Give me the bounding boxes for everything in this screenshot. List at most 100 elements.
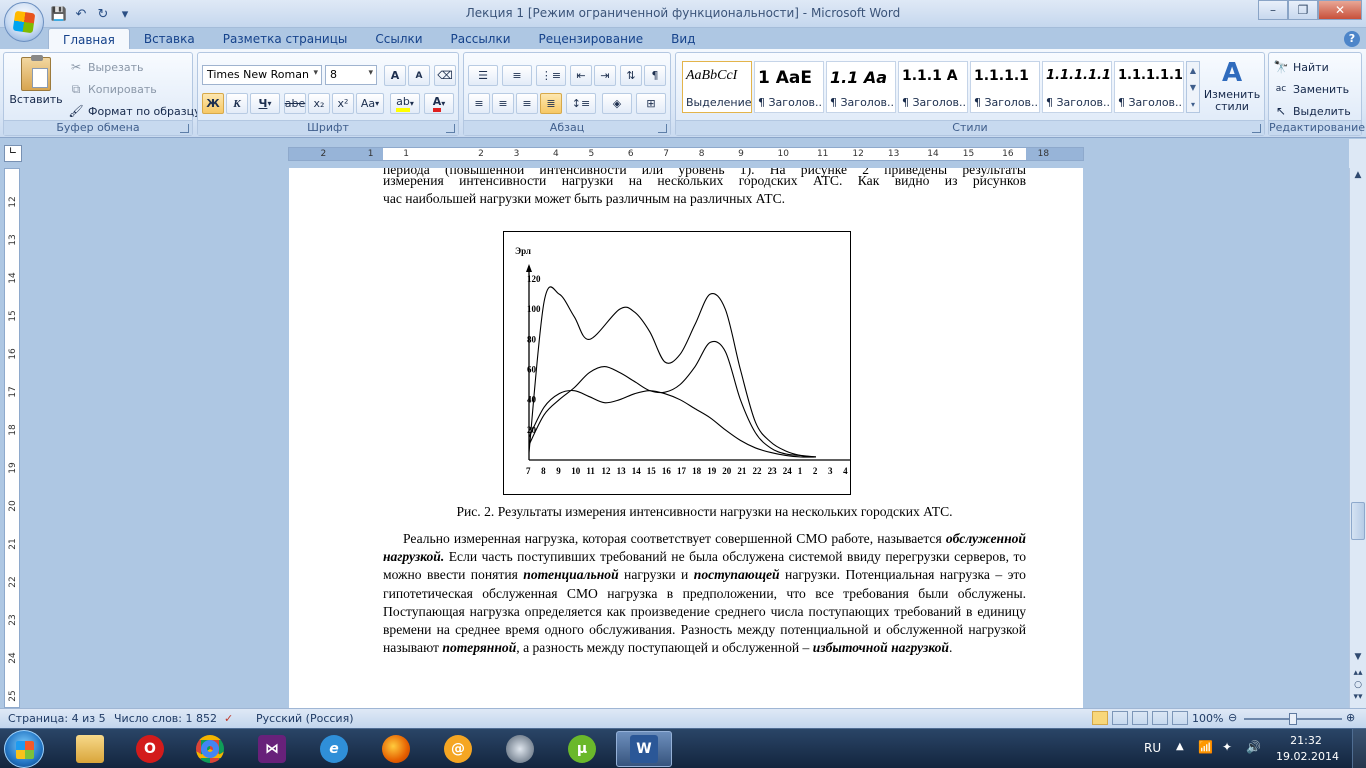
view-draft-icon[interactable]	[1172, 711, 1188, 725]
change-styles-button[interactable]: A Изменить стили	[1202, 59, 1262, 113]
style-tile-emphasis[interactable]: AaBbCcI Выделение	[682, 61, 752, 113]
ruler-toggle-button[interactable]	[1349, 139, 1366, 168]
tab-review[interactable]: Рецензирование	[525, 28, 658, 50]
tab-home[interactable]: Главная	[48, 28, 130, 50]
zoom-out-icon[interactable]: ⊖	[1228, 711, 1237, 724]
view-reading-icon[interactable]	[1112, 711, 1128, 725]
sort-button[interactable]: ⇅	[620, 65, 642, 86]
font-color-button[interactable]: A ▾	[424, 93, 454, 114]
style-tile-heading1[interactable]: 1 AaE ¶ Заголов...	[754, 61, 824, 113]
copy-button[interactable]: ⧉ Копировать	[68, 81, 157, 97]
tab-view[interactable]: Вид	[657, 28, 709, 50]
style-tile-heading5[interactable]: 1.1.1.1.1 ¶ Заголов...	[1042, 61, 1112, 113]
tab-references[interactable]: Ссылки	[361, 28, 436, 50]
font-name-combo[interactable]: Times New Roman	[202, 65, 322, 85]
view-print-layout-icon[interactable]	[1092, 711, 1108, 725]
underline-button[interactable]: Ч ▾	[250, 93, 280, 114]
tab-selector-button[interactable]: ∟	[4, 145, 22, 162]
taskbar-utorrent[interactable]: µ	[554, 731, 610, 767]
network-icon[interactable]: 📶	[1198, 740, 1213, 754]
style-tile-heading4[interactable]: 1.1.1.1 ¶ Заголов...	[970, 61, 1040, 113]
language-bar[interactable]: RU	[1144, 741, 1161, 755]
language-indicator[interactable]: Русский (Россия)	[256, 712, 354, 725]
styles-scroll[interactable]: ▲ ▼ ▾	[1186, 61, 1200, 113]
change-case-button[interactable]: Aa ▾	[356, 93, 384, 114]
align-center-button[interactable]: ≡	[492, 93, 514, 114]
italic-button[interactable]: К	[226, 93, 248, 114]
vertical-ruler[interactable]: 12 13 14 15 16 17 18 19 20 21 22 23 24 25	[4, 168, 20, 708]
zoom-level[interactable]: 100%	[1192, 712, 1223, 725]
word-count[interactable]: Число слов: 1 852	[114, 712, 217, 725]
zoom-in-icon[interactable]: ⊕	[1346, 711, 1355, 724]
next-page-icon[interactable]: ▾▾	[1351, 692, 1365, 706]
taskbar-mail-agent[interactable]: @	[430, 731, 486, 767]
taskbar-internet-explorer[interactable]: e	[306, 731, 362, 767]
close-button[interactable]: ✕	[1318, 0, 1362, 20]
grow-font-button[interactable]: A	[384, 65, 406, 86]
start-button[interactable]	[4, 730, 44, 768]
style-tile-heading2[interactable]: 1.1 Aa ¶ Заголов...	[826, 61, 896, 113]
shrink-font-button[interactable]: A	[408, 65, 430, 86]
shading-button[interactable]: ◈	[602, 93, 632, 114]
paste-button[interactable]: Вставить	[8, 55, 64, 106]
vertical-scrollbar[interactable]: ▲ ▼ ▴▴ ○ ▾▾	[1349, 168, 1366, 708]
style-tile-heading3[interactable]: 1.1.1 A ¶ Заголов...	[898, 61, 968, 113]
taskbar-firefox[interactable]	[368, 731, 424, 767]
clipboard-launcher-icon[interactable]	[180, 124, 189, 133]
subscript-button[interactable]: x₂	[308, 93, 330, 114]
scroll-thumb[interactable]	[1351, 502, 1365, 540]
zoom-slider-thumb[interactable]	[1289, 713, 1297, 725]
clock[interactable]: 21:32 19.02.2014	[1276, 733, 1339, 765]
taskbar-visual-studio[interactable]: ⋈	[244, 731, 300, 767]
document-page[interactable]: периода (повышенной интенсивности или ур…	[289, 168, 1083, 708]
bullets-button[interactable]: ☰	[468, 65, 498, 86]
maximize-button[interactable]: ❐	[1288, 0, 1318, 20]
view-outline-icon[interactable]	[1152, 711, 1168, 725]
show-hidden-icons-icon[interactable]: ▲	[1176, 741, 1184, 752]
show-desktop-button[interactable]	[1352, 729, 1366, 768]
taskbar-word[interactable]: W	[616, 731, 672, 767]
clear-format-button[interactable]: ⌫	[434, 65, 456, 86]
justify-button[interactable]: ≣	[540, 93, 562, 114]
office-button[interactable]	[4, 2, 44, 42]
taskbar-chrome[interactable]	[182, 731, 238, 767]
numbering-button[interactable]: ≡	[502, 65, 532, 86]
align-left-button[interactable]: ≡	[468, 93, 490, 114]
minimize-button[interactable]: –	[1258, 0, 1288, 20]
power-icon[interactable]: ✦	[1222, 740, 1232, 754]
highlight-button[interactable]: ab ▾	[390, 93, 420, 114]
borders-button[interactable]: ⊞	[636, 93, 666, 114]
line-spacing-button[interactable]: ↕≡	[566, 93, 596, 114]
find-button[interactable]: 🔭 Найти	[1273, 59, 1329, 75]
horizontal-ruler[interactable]: 2 1 1 2 3 4 5 6 7 8 9 10 11 12 13 14 15 16 18	[288, 147, 1084, 161]
strikethrough-button[interactable]: abe	[284, 93, 306, 114]
taskbar-explorer[interactable]	[62, 731, 118, 767]
cut-button[interactable]: ✂ Вырезать	[68, 59, 144, 75]
taskbar-media-app[interactable]	[492, 731, 548, 767]
replace-button[interactable]: ac Заменить	[1273, 81, 1349, 97]
tab-mailings[interactable]: Рассылки	[437, 28, 525, 50]
help-icon[interactable]: ?	[1344, 31, 1360, 47]
tab-page-layout[interactable]: Разметка страницы	[209, 28, 362, 50]
select-button[interactable]: ↖ Выделить	[1273, 103, 1351, 119]
superscript-button[interactable]: x²	[332, 93, 354, 114]
styles-launcher-icon[interactable]	[1252, 124, 1261, 133]
tab-insert[interactable]: Вставка	[130, 28, 209, 50]
multilevel-list-button[interactable]: ⋮≡	[536, 65, 566, 86]
show-marks-button[interactable]: ¶	[644, 65, 666, 86]
view-web-icon[interactable]	[1132, 711, 1148, 725]
format-painter-button[interactable]: 🖌 Формат по образцу	[68, 103, 200, 119]
bold-button[interactable]: Ж	[202, 93, 224, 114]
font-size-combo[interactable]: 8	[325, 65, 377, 85]
paragraph-launcher-icon[interactable]	[658, 124, 667, 133]
style-tile-heading6[interactable]: 1.1.1.1.1. ¶ Заголов...	[1114, 61, 1184, 113]
scroll-up-icon[interactable]: ▲	[1351, 170, 1365, 184]
decrease-indent-button[interactable]: ⇤	[570, 65, 592, 86]
font-launcher-icon[interactable]	[446, 124, 455, 133]
volume-icon[interactable]: 🔊	[1246, 740, 1261, 754]
spellcheck-icon[interactable]: ✓	[224, 712, 233, 725]
page-count[interactable]: Страница: 4 из 5	[8, 712, 106, 725]
align-right-button[interactable]: ≡	[516, 93, 538, 114]
taskbar-opera[interactable]: O	[122, 731, 178, 767]
scroll-down-icon[interactable]: ▼	[1351, 652, 1365, 666]
